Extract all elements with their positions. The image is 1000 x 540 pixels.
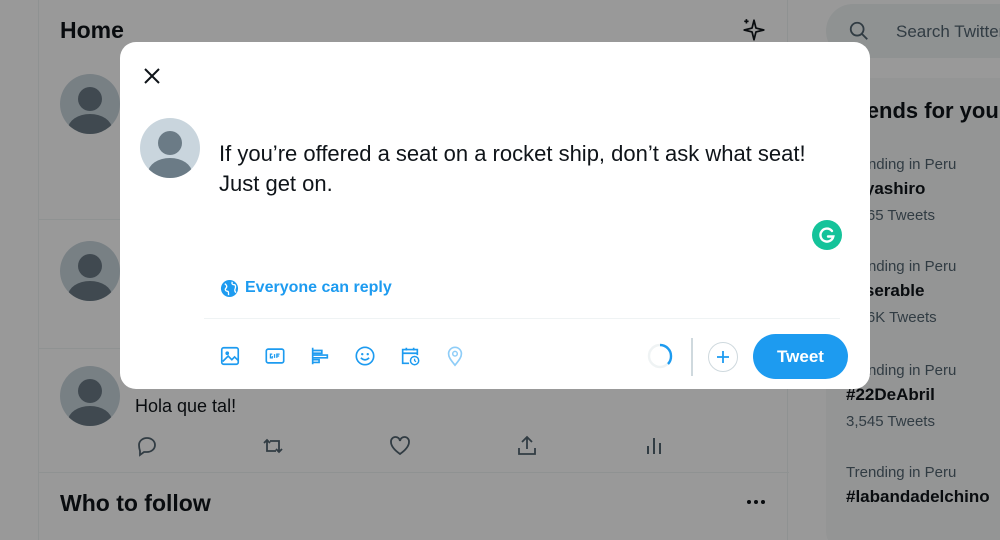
media-icon [220, 346, 240, 366]
plus-icon [717, 351, 729, 363]
grammarly-button[interactable] [812, 220, 842, 250]
add-thread-button[interactable] [708, 342, 738, 372]
emoji-icon [355, 346, 375, 366]
tweet-compose-input[interactable]: If you’re offered a seat on a rocket shi… [219, 139, 849, 199]
character-count-ring [647, 343, 673, 369]
divider [204, 318, 840, 319]
toolbar-separator [691, 338, 693, 376]
schedule-icon [401, 347, 420, 366]
globe-icon [220, 279, 239, 297]
close-icon [144, 68, 160, 84]
gif-button[interactable] [261, 342, 289, 370]
poll-icon [311, 347, 329, 365]
close-button[interactable] [134, 58, 170, 94]
tweet-button[interactable]: Tweet [753, 334, 848, 379]
grammarly-icon [819, 227, 835, 243]
location-button[interactable] [441, 342, 469, 370]
emoji-button[interactable] [351, 342, 379, 370]
schedule-button[interactable] [396, 342, 424, 370]
poll-button[interactable] [306, 342, 334, 370]
location-icon [447, 346, 463, 367]
avatar[interactable] [140, 118, 200, 178]
reply-setting-label: Everyone can reply [245, 279, 392, 296]
gif-icon [265, 348, 285, 364]
compose-tweet-modal: If you’re offered a seat on a rocket shi… [120, 42, 870, 389]
media-button[interactable] [216, 342, 244, 370]
reply-setting-button[interactable]: Everyone can reply [220, 274, 392, 302]
